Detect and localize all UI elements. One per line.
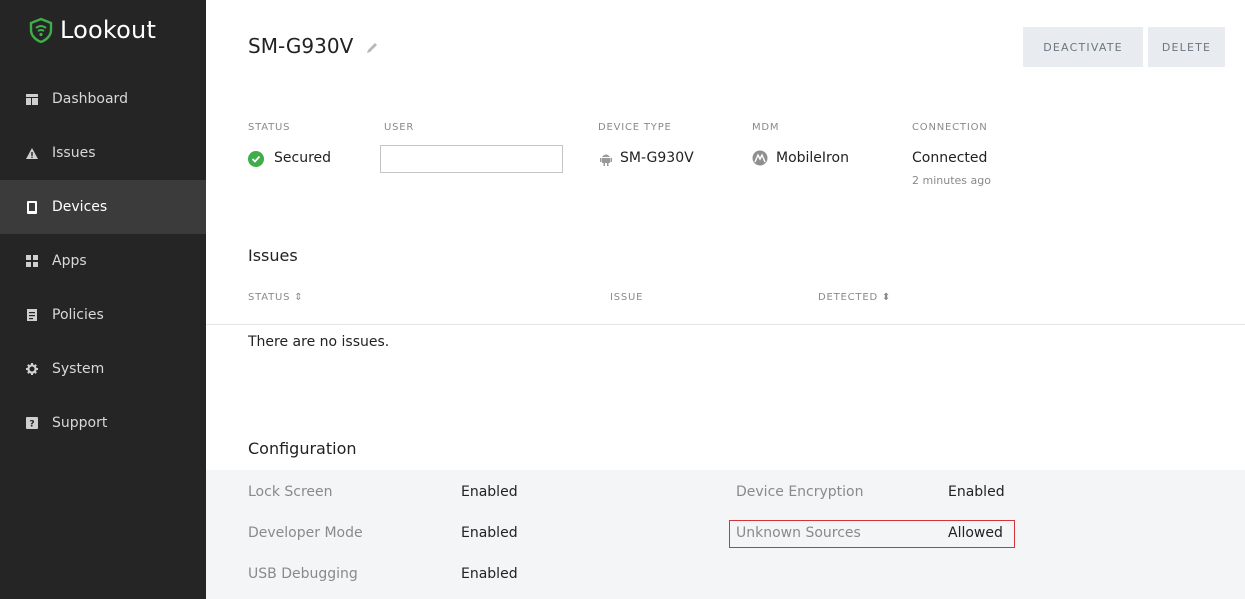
connection-label: CONNECTION — [912, 122, 988, 133]
brand-logo[interactable]: Lookout — [28, 16, 156, 44]
issues-title: Issues — [248, 246, 298, 265]
config-label-developer-mode: Developer Mode — [248, 525, 363, 541]
sidebar-item-label: Dashboard — [52, 91, 128, 107]
sidebar-item-system[interactable]: System — [0, 342, 206, 396]
support-icon: ? — [26, 417, 38, 429]
warning-icon — [26, 147, 38, 159]
sidebar-item-label: Policies — [52, 307, 104, 323]
user-label: USER — [384, 122, 415, 133]
divider — [206, 324, 1245, 325]
config-label-unknown-sources: Unknown Sources — [736, 525, 861, 541]
sidebar-item-dashboard[interactable]: Dashboard — [0, 72, 206, 126]
device-detail-panel: SM-G930V DEACTIVATE DELETE STATUS Secure… — [206, 0, 1245, 599]
connection-value: Connected — [912, 150, 988, 166]
device-icon — [26, 200, 38, 214]
sidebar-item-support[interactable]: ? Support — [0, 396, 206, 450]
svg-text:?: ? — [29, 420, 34, 430]
policies-icon — [26, 309, 38, 321]
sidebar-item-label: Devices — [52, 199, 108, 215]
device-type-label: DEVICE TYPE — [598, 122, 672, 133]
pencil-icon[interactable] — [364, 40, 380, 56]
sidebar-item-label: Apps — [52, 253, 87, 269]
sidebar-item-label: Issues — [52, 145, 96, 161]
column-detected[interactable]: DETECTED ⬍ — [818, 292, 891, 303]
configuration-title: Configuration — [248, 439, 357, 458]
apps-grid-icon — [26, 255, 38, 267]
sidebar-item-devices[interactable]: Devices — [0, 180, 206, 234]
check-circle-icon — [248, 151, 264, 167]
config-label-device-encryption: Device Encryption — [736, 484, 864, 500]
status-value: Secured — [274, 150, 332, 166]
deactivate-button[interactable]: DEACTIVATE — [1023, 27, 1143, 67]
sidebar: Lookout Dashboard Issues Devices Apps Po… — [0, 0, 206, 599]
config-label-usb-debugging: USB Debugging — [248, 566, 358, 582]
mobileiron-icon — [752, 150, 768, 166]
gear-icon — [26, 363, 38, 375]
lookout-shield-icon — [29, 17, 53, 43]
status-label: STATUS — [248, 122, 291, 133]
config-value-lock-screen: Enabled — [461, 484, 518, 500]
sidebar-item-issues[interactable]: Issues — [0, 126, 206, 180]
mdm-value: MobileIron — [776, 150, 849, 166]
config-value-usb-debugging: Enabled — [461, 566, 518, 582]
mdm-label: MDM — [752, 122, 780, 133]
page-title: SM-G930V — [248, 34, 354, 58]
dashboard-icon — [26, 93, 38, 105]
user-input[interactable] — [380, 145, 563, 173]
config-value-unknown-sources: Allowed — [948, 525, 1003, 541]
sidebar-item-label: Support — [52, 415, 108, 431]
android-icon — [600, 154, 612, 166]
column-issue[interactable]: ISSUE — [610, 292, 643, 303]
sidebar-item-apps[interactable]: Apps — [0, 234, 206, 288]
config-label-lock-screen: Lock Screen — [248, 484, 333, 500]
config-value-developer-mode: Enabled — [461, 525, 518, 541]
sidebar-item-policies[interactable]: Policies — [0, 288, 206, 342]
config-value-device-encryption: Enabled — [948, 484, 1005, 500]
brand-name: Lookout — [60, 16, 157, 44]
connection-time: 2 minutes ago — [912, 174, 991, 187]
sidebar-item-label: System — [52, 361, 105, 377]
delete-button[interactable]: DELETE — [1148, 27, 1225, 67]
column-status[interactable]: STATUS ⇕ — [248, 292, 303, 303]
issues-empty-text: There are no issues. — [248, 334, 390, 350]
device-type-value: SM-G930V — [620, 150, 694, 166]
